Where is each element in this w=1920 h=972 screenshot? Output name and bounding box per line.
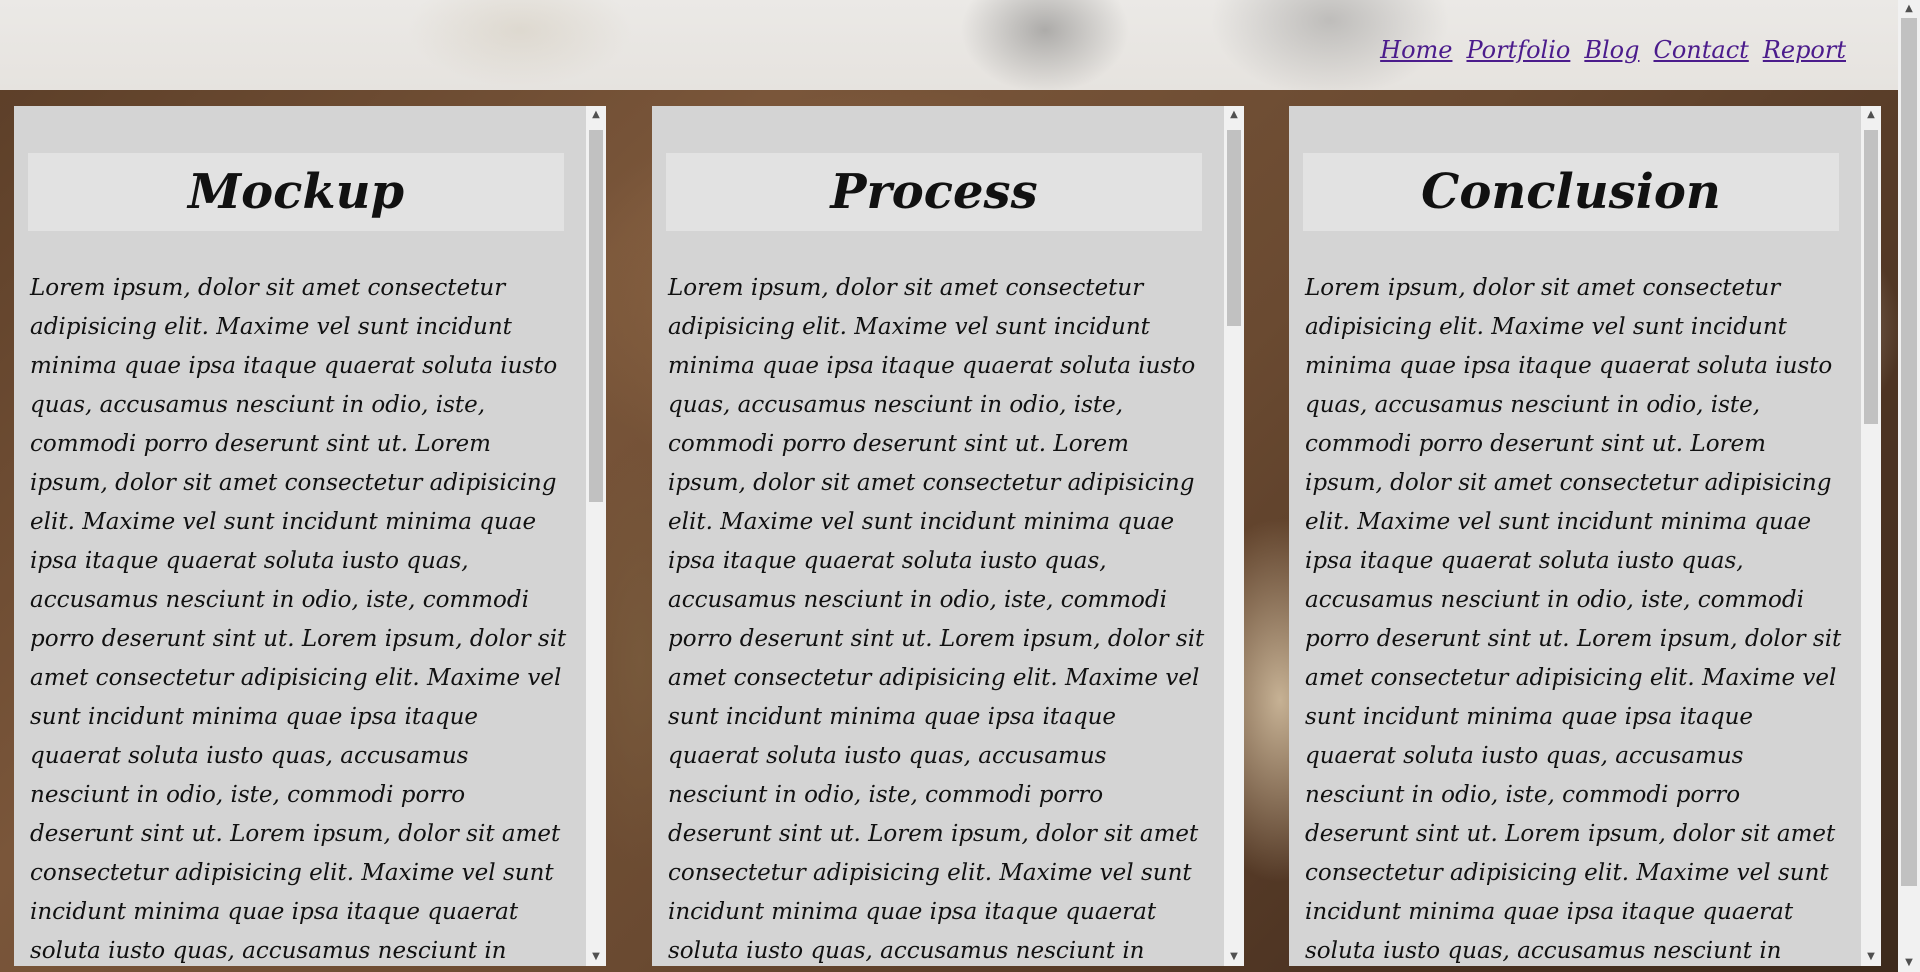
card-scrollbar[interactable]: ▲ ▼: [586, 106, 606, 966]
nav-contact-link[interactable]: Contact: [1653, 36, 1748, 64]
card-title: Process: [666, 153, 1202, 231]
card-content[interactable]: Process Lorem ipsum, dolor sit amet cons…: [652, 106, 1224, 966]
card-title: Mockup: [28, 153, 564, 231]
scrollbar-thumb[interactable]: [589, 130, 603, 502]
main-nav: Home Portfolio Blog Contact Report: [1380, 36, 1846, 64]
card-body-text: Lorem ipsum, dolor sit amet consectetur …: [1305, 275, 1842, 964]
scroll-down-arrow-icon[interactable]: ▼: [586, 948, 606, 966]
page-scrollbar[interactable]: ▲ ▼: [1898, 0, 1920, 972]
nav-blog-link[interactable]: Blog: [1584, 36, 1639, 64]
card-conclusion: Conclusion Lorem ipsum, dolor sit amet c…: [1289, 106, 1881, 966]
scroll-up-arrow-icon[interactable]: ▲: [586, 106, 606, 124]
scrollbar-thumb[interactable]: [1864, 130, 1878, 424]
nav-home-link[interactable]: Home: [1380, 36, 1452, 64]
page-scrollbar-thumb[interactable]: [1901, 18, 1917, 886]
card-body-text: Lorem ipsum, dolor sit amet consectetur …: [668, 275, 1205, 964]
card-process: Process Lorem ipsum, dolor sit amet cons…: [652, 106, 1244, 966]
card-mockup: Mockup Lorem ipsum, dolor sit amet conse…: [14, 106, 606, 966]
nav-report-link[interactable]: Report: [1763, 36, 1846, 64]
scroll-up-arrow-icon[interactable]: ▲: [1861, 106, 1881, 124]
nav-portfolio-link[interactable]: Portfolio: [1466, 36, 1570, 64]
card-content[interactable]: Mockup Lorem ipsum, dolor sit amet conse…: [14, 106, 586, 966]
card-scrollbar[interactable]: ▲ ▼: [1861, 106, 1881, 966]
card-body-text: Lorem ipsum, dolor sit amet consectetur …: [30, 275, 567, 964]
card-title: Conclusion: [1303, 153, 1839, 231]
scroll-up-arrow-icon[interactable]: ▲: [1224, 106, 1244, 124]
scrollbar-thumb[interactable]: [1227, 130, 1241, 326]
scroll-down-arrow-icon[interactable]: ▼: [1898, 954, 1920, 972]
card-scrollbar[interactable]: ▲ ▼: [1224, 106, 1244, 966]
scroll-up-arrow-icon[interactable]: ▲: [1898, 0, 1920, 18]
header-bar: Home Portfolio Blog Contact Report: [0, 0, 1898, 90]
scroll-down-arrow-icon[interactable]: ▼: [1861, 948, 1881, 966]
page: Home Portfolio Blog Contact Report Mocku…: [0, 0, 1920, 972]
scroll-down-arrow-icon[interactable]: ▼: [1224, 948, 1244, 966]
card-content[interactable]: Conclusion Lorem ipsum, dolor sit amet c…: [1289, 106, 1861, 966]
